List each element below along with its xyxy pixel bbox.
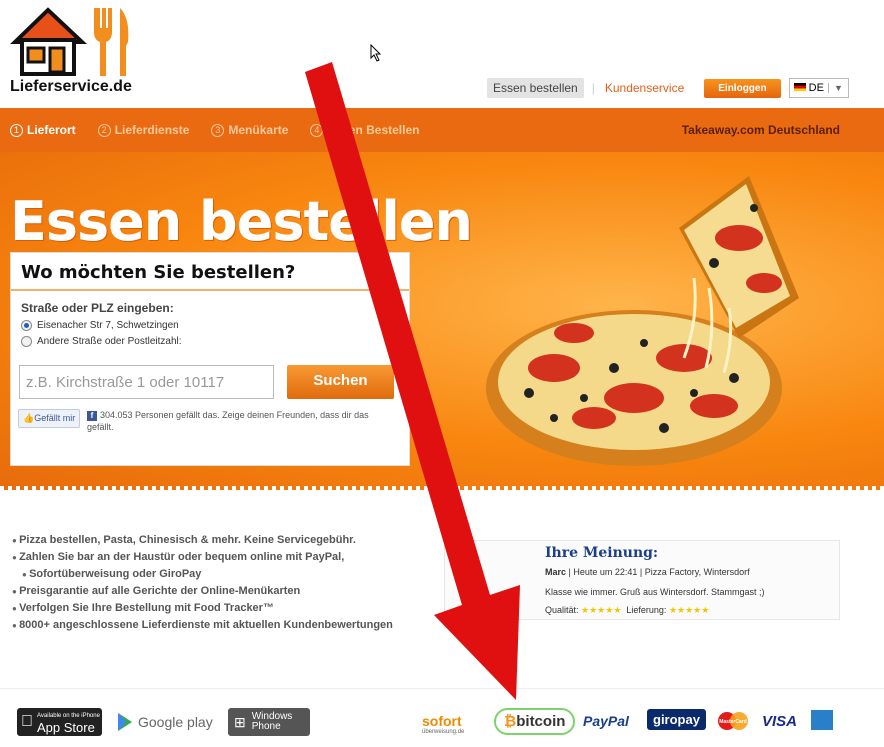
search-heading: Wo möchten Sie bestellen? (11, 253, 409, 291)
sofort-sub-label: überweisung.de (422, 729, 465, 735)
facebook-icon: f (87, 411, 97, 421)
mouse-cursor-icon (370, 44, 382, 62)
pizza-image (486, 176, 799, 466)
step-label: Lieferdienste (114, 123, 190, 137)
step-number: 1 (10, 123, 23, 137)
apple-icon:  (21, 713, 33, 731)
bitcoin-label: bitcoin (516, 713, 566, 730)
logo-text: Lieferservice.de (10, 78, 132, 95)
mastercard-label: MasterCard (719, 719, 747, 725)
step-label: Essen Bestellen (327, 123, 420, 137)
delivery-label: Lieferung: (626, 605, 667, 615)
step-bar: 1 Lieferort 2 Lieferdienste 3 Menükarte 4 Es… (0, 108, 884, 152)
appstore-label: App Store (25, 720, 95, 735)
customer-service-link[interactable]: Kundenservice (605, 81, 684, 95)
list-item: Preisgarantie auf alle Gerichte der Onli… (12, 583, 393, 600)
bitcoin-icon: ₿ (504, 713, 517, 730)
app-store-badge[interactable]:  Available on the iPhoneApp Store (17, 708, 102, 736)
list-item: Sofortüberweisung oder GiroPay (12, 566, 393, 583)
top-nav: Essen bestellen | Kundenservice Einlogge… (487, 78, 849, 98)
login-button[interactable]: Einloggen (704, 78, 781, 98)
windows-icon: ⊞ (234, 713, 246, 730)
footer-divider (0, 688, 884, 689)
review-info: | Heute um 22:41 | Pizza Factory, Winter… (566, 567, 750, 577)
house-cutlery-icon (10, 7, 129, 76)
search-panel: Wo möchten Sie bestellen? Straße oder PL… (10, 252, 410, 466)
search-label: Straße oder PLZ eingeben: (21, 301, 174, 315)
giropay-logo: giropay (647, 709, 706, 730)
option-label: Eisenacher Str 7, Schwetzingen (37, 320, 179, 331)
step-lieferdienste[interactable]: 2 Lieferdienste (97, 123, 190, 137)
star-rating-icon: ★★★★★ (581, 605, 622, 615)
address-input[interactable]: z.B. Kirchstraße 1 oder 10117 (19, 365, 274, 399)
facebook-count: f 304.053 Personen gefällt das. Zeige dei… (87, 409, 387, 433)
step-label: Lieferort (27, 123, 76, 137)
step-essen-bestellen[interactable]: 4 Essen Bestellen (310, 123, 419, 137)
windows-phone-badge[interactable]: ⊞ Windows Phone (228, 708, 310, 736)
nav-separator: | (591, 81, 595, 95)
step-menuekarte[interactable]: 3 Menükarte (211, 123, 288, 137)
quality-label: Qualität: (545, 605, 579, 615)
review-box: Ihre Meinung: Marc | Heute um 22:41 | Pi… (444, 540, 840, 620)
list-item: Pizza bestellen, Pasta, Chinesisch & meh… (12, 532, 393, 549)
radio-selected-icon (21, 320, 32, 331)
feature-list: Pizza bestellen, Pasta, Chinesisch & meh… (12, 532, 393, 634)
brand-label: Takeaway.com Deutschland (681, 123, 840, 137)
google-play-icon (118, 713, 132, 731)
review-meta: Marc | Heute um 22:41 | Pizza Factory, W… (545, 567, 750, 577)
sofort-logo: sofort überweisung.de (422, 713, 464, 735)
chevron-down-icon: ▼ (827, 83, 848, 93)
step-lieferort[interactable]: 1 Lieferort (10, 123, 76, 137)
list-item: 8000+ angeschlossene Lieferdienste mit a… (12, 617, 393, 634)
facebook-text: 304.053 Personen gefällt das. Zeige dein… (87, 410, 369, 432)
saved-address-option[interactable]: Eisenacher Str 7, Schwetzingen (21, 320, 409, 331)
step-number: 2 (97, 123, 111, 137)
other-address-option[interactable]: Andere Straße oder Postleitzahl: (21, 336, 409, 347)
like-label: Gefällt mir (34, 413, 76, 423)
googleplay-label: Google play (138, 714, 213, 730)
paypal-logo: PayPal (583, 713, 629, 729)
review-text: Klasse wie immer. Gruß aus Wintersdorf. … (545, 587, 765, 597)
search-button[interactable]: Suchen (287, 365, 394, 399)
language-label: DE (808, 82, 824, 94)
visa-logo: VISA (762, 713, 798, 730)
mastercard-logo: MasterCard (716, 711, 750, 734)
german-flag-icon (793, 83, 806, 91)
option-label: Andere Straße oder Postleitzahl: (37, 336, 182, 347)
step-number: 4 (310, 123, 324, 137)
winphone-label: Windows Phone (251, 711, 293, 732)
star-rating-icon: ★★★★★ (668, 605, 710, 615)
bitcoin-logo: ₿bitcoin (494, 708, 576, 735)
hero-banner: Essen bestellen Wo möchten Sie bestellen… (0, 152, 884, 490)
sofort-label: sofort (422, 713, 462, 729)
list-item: Verfolgen Sie Ihre Bestellung mit Food T… (12, 600, 393, 617)
google-play-badge[interactable]: Google play (116, 708, 214, 736)
language-select[interactable]: DE ▼ (788, 78, 849, 98)
review-title: Ihre Meinung: (545, 545, 659, 561)
hero-title: Essen bestellen (10, 190, 473, 253)
list-item: Zahlen Sie bar an der Haustür oder beque… (12, 549, 393, 566)
order-food-link[interactable]: Essen bestellen (487, 78, 584, 98)
amex-logo (811, 710, 833, 730)
review-ratings: Qualität: ★★★★★ Lieferung: ★★★★★ (545, 605, 709, 616)
step-label: Menükarte (228, 123, 289, 137)
radio-icon (21, 336, 32, 347)
facebook-like-button[interactable]: 👍Gefällt mir (18, 409, 81, 428)
step-number: 3 (211, 123, 225, 137)
review-author: Marc (545, 567, 567, 577)
